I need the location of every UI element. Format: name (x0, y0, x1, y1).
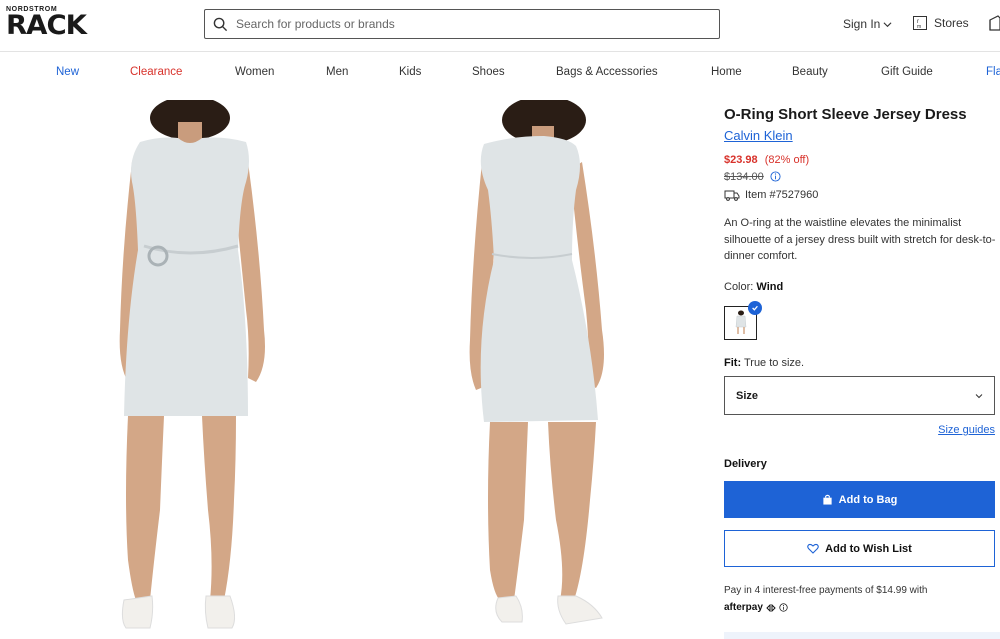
brand-link[interactable]: Calvin Klein (724, 128, 793, 143)
afterpay-logo[interactable]: afterpay (724, 602, 788, 613)
installment-text: Pay in 4 interest-free payments of $14.9… (724, 585, 928, 596)
shopping-bag-icon[interactable] (988, 14, 1000, 32)
add-to-bag-button[interactable]: Add to Bag (724, 481, 995, 518)
product-image-front[interactable] (100, 100, 300, 639)
sign-in-menu[interactable]: Sign In (843, 17, 892, 31)
nav-item-men[interactable]: Men (326, 66, 348, 78)
nav-item-gift-guide[interactable]: Gift Guide (881, 66, 933, 78)
nav-item-new[interactable]: New (56, 66, 79, 78)
nav-item-home[interactable]: Home (711, 66, 742, 78)
logo-main-text: RACK (6, 10, 87, 41)
product-gallery (0, 100, 712, 639)
add-to-wishlist-button[interactable]: Add to Wish List (724, 530, 995, 567)
nav-item-clearance[interactable]: Clearance (130, 66, 182, 78)
chevron-down-icon (975, 393, 983, 398)
add-to-bag-label: Add to Bag (838, 493, 898, 506)
size-guides-link[interactable]: Size guides (938, 424, 995, 436)
discount-percent: (82% off) (764, 154, 810, 166)
color-label: Color: Wind (724, 281, 783, 293)
delivery-heading: Delivery (724, 458, 767, 470)
nav-item-bags-accessories[interactable]: Bags & Accessories (556, 66, 658, 78)
chevron-down-icon (883, 21, 892, 27)
bottom-strip (724, 632, 1000, 639)
nav-item-flash[interactable]: Fla (986, 66, 1000, 78)
nav-item-beauty[interactable]: Beauty (792, 66, 828, 78)
size-dropdown-label: Size (736, 389, 759, 402)
stores-link[interactable]: r m Stores (912, 15, 969, 31)
nav-item-shoes[interactable]: Shoes (472, 66, 505, 78)
info-icon[interactable] (779, 603, 788, 612)
sale-price: $23.98 (724, 154, 758, 166)
svg-text:m: m (917, 24, 921, 30)
item-number-row: Item #7527960 (724, 189, 818, 201)
search-icon (213, 17, 228, 31)
nav-item-women[interactable]: Women (235, 66, 274, 78)
search-bar[interactable] (204, 9, 720, 39)
info-icon[interactable] (770, 171, 781, 182)
nav-item-kids[interactable]: Kids (399, 66, 421, 78)
truck-icon (724, 190, 740, 201)
search-input[interactable] (236, 17, 706, 31)
price-row: $23.98 (82% off) (724, 154, 809, 166)
heart-icon (807, 543, 819, 554)
original-price: $134.00 (724, 171, 764, 183)
store-icon: r m (913, 16, 927, 30)
size-dropdown[interactable]: Size (724, 376, 995, 415)
color-value: Wind (756, 281, 784, 293)
selected-check-icon (748, 301, 762, 315)
fit-info: Fit: True to size. (724, 357, 804, 369)
sign-in-label: Sign In (843, 17, 881, 31)
afterpay-label: afterpay (724, 602, 763, 613)
fit-label: Fit: (724, 357, 742, 369)
item-number: Item #7527960 (745, 189, 819, 201)
afterpay-arrows-icon (766, 603, 776, 612)
add-to-wishlist-label: Add to Wish List (825, 542, 912, 555)
product-image-back[interactable] (452, 100, 652, 639)
product-title: O-Ring Short Sleeve Jersey Dress (724, 106, 967, 123)
site-header: NORDSTROM RACK Sign In r m Stores (0, 0, 1000, 52)
product-description: An O-ring at the waistline elevates the … (724, 217, 996, 262)
color-label-text: Color: (724, 281, 754, 293)
category-nav: New Clearance Women Men Kids Shoes Bags … (0, 60, 1000, 84)
bag-icon (823, 494, 832, 505)
swatch-thumbnail (735, 310, 746, 334)
fit-value: True to size. (743, 357, 805, 369)
stores-label: Stores (934, 16, 969, 30)
nordstrom-rack-logo[interactable]: NORDSTROM RACK (6, 6, 88, 41)
